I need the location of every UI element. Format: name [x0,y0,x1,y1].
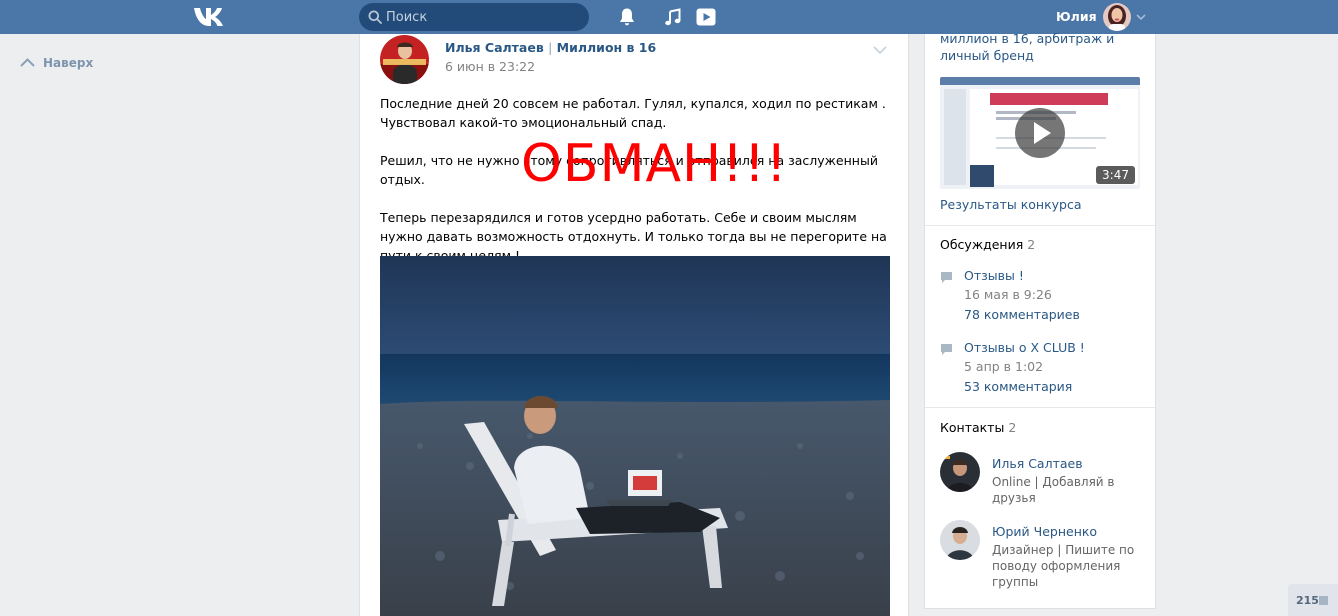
chevron-down-icon[interactable] [1135,11,1147,23]
current-user-name[interactable]: Юлия [1056,9,1097,24]
right-sidebar: миллион в 16, арбитраж и личный бренд 3:… [924,31,1156,609]
discussion-title[interactable]: Отзывы ! [964,268,1024,283]
back-to-top-label: Наверх [43,56,94,70]
divider [925,407,1155,408]
scam-overlay-text: ОБМАН!!! [521,134,788,194]
search-icon [368,10,382,24]
discussion-comments[interactable]: 53 комментария [964,379,1072,394]
post-paragraph: Последние дней 20 совсем не работал. Гул… [380,96,886,130]
video-title[interactable]: Результаты конкурса [940,196,1081,213]
play-icon[interactable] [1015,108,1065,158]
viewers-counter[interactable]: 215 [1288,584,1338,616]
video-duration: 3:47 [1096,166,1135,184]
music-icon[interactable] [662,6,684,28]
contact-description: Дизайнер | Пишите по поводу оформления г… [992,543,1135,589]
user-avatar-image [1103,3,1131,31]
video-play-icon[interactable] [695,6,717,28]
post-author-avatar[interactable] [380,35,429,84]
contact-name[interactable]: Юрий Черненко [992,524,1097,539]
vk-logo-icon[interactable] [193,5,229,29]
post-date[interactable]: 6 июн в 23:22 [445,59,535,74]
beach-photo-image [380,256,890,616]
discussions-header[interactable]: Обсуждения 2 [940,237,1035,252]
discussions-count: 2 [1027,237,1036,252]
post-group-name[interactable]: Миллион в 16 [557,40,657,55]
post-photo[interactable] [380,256,890,616]
wall-post: Илья Салтаев | Миллион в 16 6 июн в 23:2… [359,34,909,616]
bell-icon[interactable] [616,6,638,28]
video-thumbnail[interactable]: 3:47 [940,77,1140,189]
contact-description: Online | Добавляй в друзья [992,475,1115,505]
divider [925,225,1155,226]
top-navigation-bar: Юлия [0,0,1338,34]
contact-avatar[interactable] [940,520,980,560]
contact-avatar[interactable] [940,452,980,492]
discussion-date: 5 апр в 1:02 [964,359,1044,374]
post-author-name[interactable]: Илья Салтаев [445,40,544,55]
contacts-header[interactable]: Контакты 2 [940,420,1016,435]
counter-icon [1319,596,1328,605]
contacts-count: 2 [1008,420,1017,435]
discussion-title[interactable]: Отзывы о X CLUB ! [964,340,1085,355]
contact-name[interactable]: Илья Салтаев [992,456,1083,471]
contacts-title: Контакты [940,420,1005,435]
user-avatar[interactable] [1103,3,1131,31]
discussion-icon [941,272,952,283]
discussion-comments[interactable]: 78 комментариев [964,307,1080,322]
counter-value: 215 [1296,594,1319,607]
chevron-up-icon [20,58,35,67]
contact-avatar-image [940,520,980,560]
author-avatar-image [380,35,429,84]
post-menu-chevron-icon[interactable] [872,42,888,58]
discussion-icon [941,344,952,355]
search-box[interactable] [359,3,589,31]
video-caption[interactable]: миллион в 16, арбитраж и личный бренд [940,30,1140,64]
discussions-title: Обсуждения [940,237,1024,252]
post-author-line: Илья Салтаев | Миллион в 16 [445,40,656,55]
discussion-date: 16 мая в 9:26 [964,287,1052,302]
contact-avatar-image [940,452,980,492]
author-separator: | [548,40,553,55]
search-input[interactable] [386,3,581,31]
